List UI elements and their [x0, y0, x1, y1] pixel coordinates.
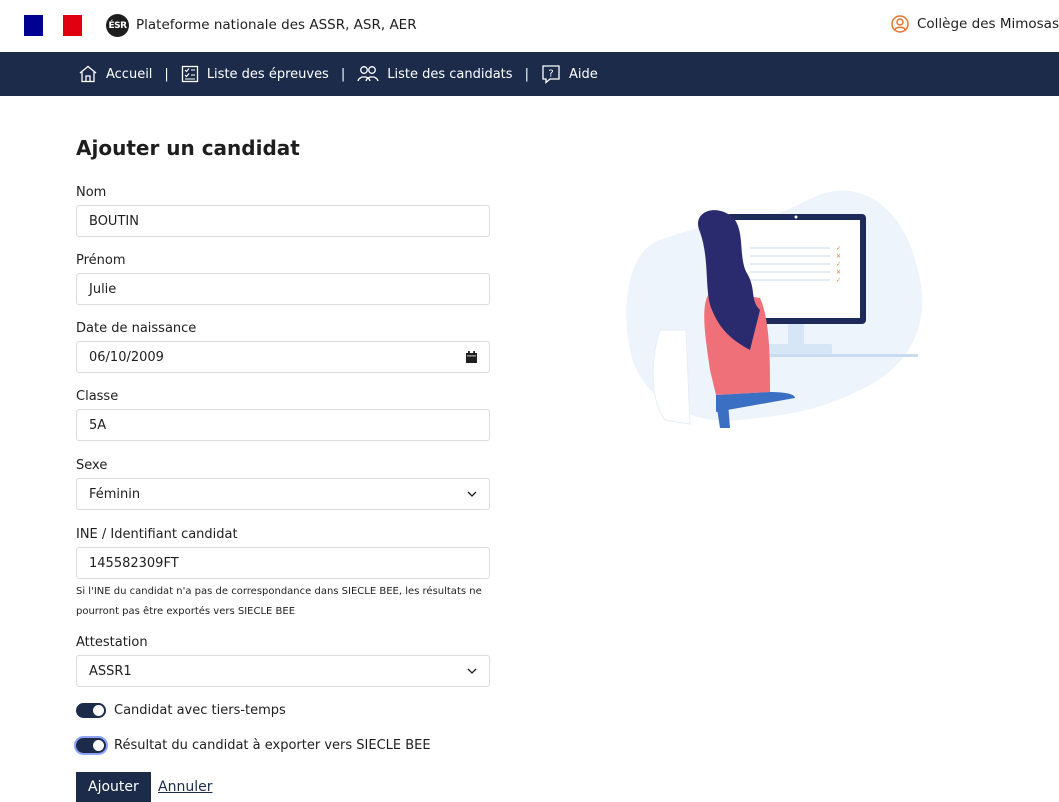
nom-value: BOUTIN [89, 213, 139, 229]
attestation-select[interactable]: ASSR1 [76, 655, 490, 687]
woman-at-computer-image: ✓✕✓ ✕✓ [626, 190, 923, 428]
annuler-link[interactable]: Annuler [158, 779, 212, 795]
nav-separator: | [340, 66, 346, 82]
chevron-down-icon [467, 668, 477, 674]
svg-text:✓: ✓ [836, 277, 841, 284]
sexe-select[interactable]: Féminin [76, 478, 490, 510]
date-naissance-value: 06/10/2009 [89, 349, 164, 365]
nav-separator: | [164, 66, 169, 82]
sexe-label: Sexe [76, 458, 108, 473]
svg-text:✓: ✓ [836, 245, 841, 252]
date-naissance-label: Date de naissance [76, 321, 197, 336]
export-siecle-row: Résultat du candidat à exporter vers SIE… [76, 738, 431, 753]
nav-label: Aide [568, 66, 598, 82]
nav-label: Liste des épreuves [206, 66, 329, 82]
nav-separator: | [524, 66, 529, 82]
ine-hint-text: Si l'INE du candidat n'a pas de correspo… [76, 586, 482, 617]
date-naissance-input[interactable]: 06/10/2009 [76, 341, 490, 373]
attestation-label: Attestation [76, 635, 148, 650]
classe-input[interactable]: 5A [76, 409, 490, 441]
school-name: Collège des Mimosas [916, 16, 1059, 32]
home-icon [78, 65, 98, 83]
ajouter-button[interactable]: Ajouter [76, 772, 151, 802]
main-navbar: Accueil | Liste des épreuves | Liste des… [0, 52, 1059, 96]
candidate-illustration: ✓ ✕ ✓ ✕ ✓ [620, 180, 940, 440]
export-siecle-toggle[interactable] [76, 738, 106, 753]
top-header: ÉSR Plateforme nationale des ASSR, ASR, … [0, 0, 1059, 52]
nav-item-accueil[interactable]: Accueil [78, 65, 152, 83]
ine-label: INE / Identifiant candidat [76, 527, 238, 542]
page-title: Ajouter un candidat [76, 136, 300, 160]
ine-value: 145582309FT [89, 555, 179, 571]
calendar-icon[interactable] [466, 351, 477, 363]
nom-label: Nom [76, 185, 107, 200]
school-account[interactable]: Collège des Mimosas [891, 15, 1059, 33]
prenom-label: Prénom [76, 253, 126, 268]
republique-francaise-logo [24, 15, 82, 36]
help-icon: ? [541, 64, 561, 84]
chevron-down-icon [467, 491, 477, 497]
classe-value: 5A [89, 417, 107, 433]
sexe-value: Féminin [89, 486, 141, 502]
prenom-input[interactable]: Julie [76, 273, 490, 305]
user-circle-icon [891, 15, 909, 33]
esr-logo: ÉSR [106, 14, 129, 37]
tiers-temps-label: Candidat avec tiers-temps [114, 703, 286, 718]
ine-input[interactable]: 145582309FT [76, 547, 490, 579]
nav-item-aide[interactable]: ? Aide [541, 64, 598, 84]
svg-text:✕: ✕ [836, 269, 841, 276]
tiers-temps-row: Candidat avec tiers-temps [76, 703, 286, 718]
attestation-value: ASSR1 [89, 663, 132, 679]
nom-input[interactable]: BOUTIN [76, 205, 490, 237]
tiers-temps-toggle[interactable] [76, 703, 106, 718]
classe-label: Classe [76, 389, 119, 404]
svg-text:✕: ✕ [836, 253, 841, 260]
checklist-icon [181, 65, 199, 83]
nav-item-liste-candidats[interactable]: Liste des candidats [357, 65, 513, 83]
users-icon [357, 65, 379, 83]
export-siecle-label: Résultat du candidat à exporter vers SIE… [114, 738, 431, 753]
platform-title: Plateforme nationale des ASSR, ASR, AER [136, 17, 417, 33]
prenom-value: Julie [89, 281, 117, 297]
nav-label: Accueil [106, 66, 153, 82]
svg-text:✓: ✓ [836, 261, 841, 268]
nav-label: Liste des candidats [387, 66, 513, 82]
nav-item-liste-epreuves[interactable]: Liste des épreuves [181, 65, 329, 83]
svg-text:?: ? [548, 69, 553, 80]
